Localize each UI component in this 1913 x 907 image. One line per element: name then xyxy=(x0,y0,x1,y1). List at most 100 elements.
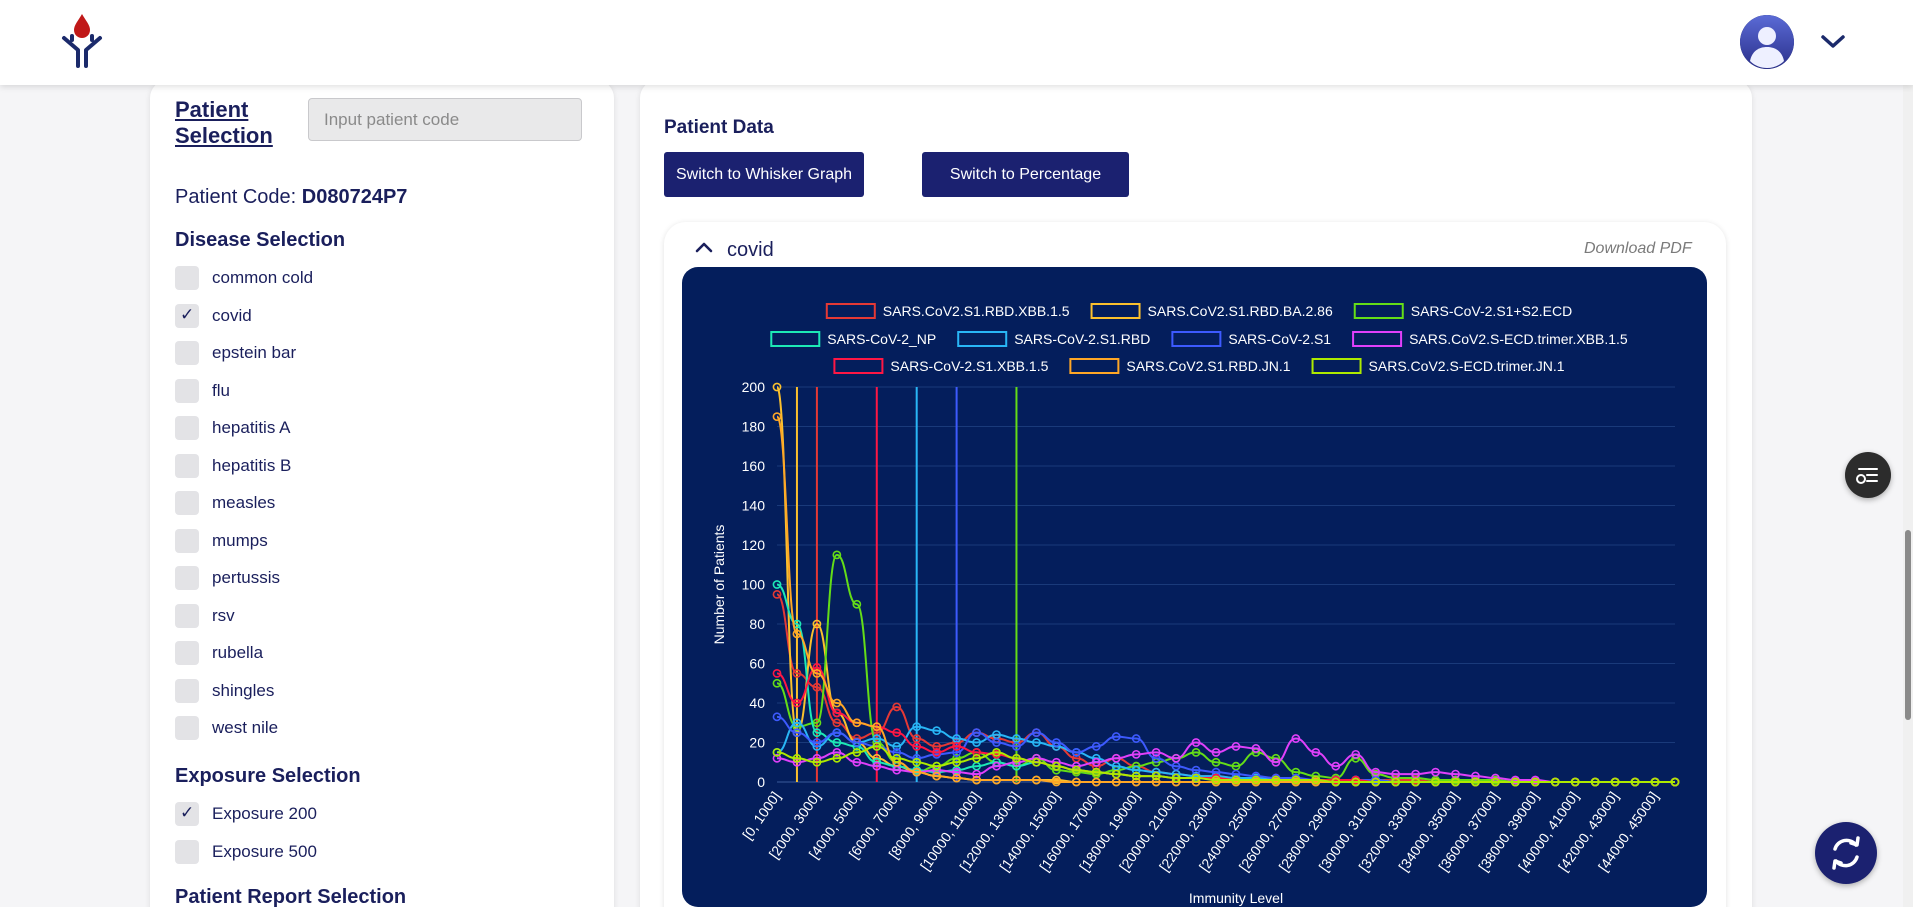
patient-data-title: Patient Data xyxy=(664,117,774,138)
chart-svg: 0 20 40 60 80 100 120 140 160 180 200 Number of Pat… xyxy=(711,303,1680,906)
y-tick-label: 120 xyxy=(742,537,766,553)
exposure-checkbox[interactable] xyxy=(175,839,199,864)
disease-row[interactable]: flu xyxy=(175,377,230,405)
disease-checkbox[interactable] xyxy=(175,716,199,740)
disease-checkbox[interactable] xyxy=(175,266,199,290)
disease-checkbox[interactable] xyxy=(175,453,199,478)
refresh-icon xyxy=(1832,836,1860,870)
patient-selection-title-line1: Patient xyxy=(175,97,249,122)
disease-label: hepatitis B xyxy=(212,455,292,475)
legend-label: SARS-CoV-2.S1.XBB.1.5 xyxy=(890,358,1048,374)
disease-label: rubella xyxy=(212,643,264,662)
disease-label: west nile xyxy=(212,718,279,737)
disease-row[interactable]: hepatitis B xyxy=(175,452,291,480)
filter-fab[interactable] xyxy=(1845,452,1891,498)
legend-swatch xyxy=(770,331,821,347)
x-axis-label: Immunity Level xyxy=(1189,890,1283,906)
disease-selection-title: Disease Selection xyxy=(175,229,346,251)
chevron-down-icon[interactable] xyxy=(1818,27,1848,57)
disease-label: common cold xyxy=(212,268,314,287)
y-tick-label: 180 xyxy=(742,419,766,435)
disease-label: shingles xyxy=(212,680,275,700)
switch-to-percentage-button[interactable]: Switch to Percentage xyxy=(922,152,1129,197)
y-tick-label: 140 xyxy=(742,498,766,514)
y-tick-label: 60 xyxy=(749,656,765,672)
disease-row[interactable]: measles xyxy=(175,489,275,517)
legend-label: SARS.CoV2.S1.RBD.BA.2.86 xyxy=(1148,303,1333,319)
patient-code-label: Patient Code: xyxy=(175,186,297,208)
patient-selection-title[interactable]: Patient Selection xyxy=(175,97,273,149)
legend-swatch xyxy=(1311,358,1362,374)
legend-swatch xyxy=(825,303,876,319)
disease-checkbox[interactable] xyxy=(175,566,199,590)
refresh-fab[interactable] xyxy=(1815,822,1877,884)
y-tick-label: 20 xyxy=(749,735,765,751)
disease-checkbox[interactable] xyxy=(175,603,199,628)
disease-row[interactable]: hepatitis A xyxy=(175,414,290,442)
y-tick-label: 160 xyxy=(742,458,766,474)
disease-checkbox[interactable]: ✓ xyxy=(175,303,199,328)
immunity-chart: 0 20 40 60 80 100 120 140 160 180 200 Number of Pat… xyxy=(682,267,1707,907)
series-line xyxy=(776,553,1675,783)
disease-row[interactable]: mumps xyxy=(175,527,268,555)
x-tick-label: [0, 1000] xyxy=(739,789,783,843)
patient-code-value: D080724P7 xyxy=(301,186,408,208)
download-pdf-link[interactable]: Download PDF xyxy=(1584,240,1692,258)
disease-checkbox[interactable] xyxy=(175,528,199,553)
y-tick-label: 40 xyxy=(749,695,765,711)
disease-row[interactable]: common cold xyxy=(175,264,313,292)
y-tick-label: 200 xyxy=(742,379,766,395)
exposure-selection-title: Exposure Selection xyxy=(175,765,361,787)
disease-label: hepatitis A xyxy=(212,418,291,437)
disease-label: measles xyxy=(212,493,276,512)
patient-code-display: Patient Code: D080724P7 xyxy=(175,186,407,209)
legend-label: SARS.CoV2.S-ECD.trimer.XBB.1.5 xyxy=(1409,331,1628,347)
disease-checkbox[interactable] xyxy=(175,678,199,703)
legend-label: SARS-CoV-2_NP xyxy=(827,331,936,347)
disease-checkbox[interactable] xyxy=(175,416,199,440)
disease-row[interactable]: pertussis xyxy=(175,564,280,592)
page-scrollbar[interactable] xyxy=(1903,85,1913,907)
switch-to-whisker-button[interactable]: Switch to Whisker Graph xyxy=(664,152,864,197)
disease-row[interactable]: west nile xyxy=(175,714,278,742)
y-tick-label: 80 xyxy=(749,616,765,632)
patient-code-input[interactable] xyxy=(308,98,582,141)
disease-row[interactable]: ✓ covid xyxy=(175,302,252,330)
check-icon: ✓ xyxy=(180,304,195,325)
user-avatar-icon[interactable] xyxy=(1740,15,1794,69)
legend-swatch xyxy=(1353,303,1404,319)
exposure-label: Exposure 500 xyxy=(212,841,317,861)
disease-row[interactable]: epstein bar xyxy=(175,339,296,367)
exposure-checkbox[interactable]: ✓ xyxy=(175,802,199,826)
scrollbar-thumb[interactable] xyxy=(1905,530,1911,720)
top-bar xyxy=(0,0,1913,85)
disease-label: flu xyxy=(212,380,230,400)
accordion-title[interactable]: covid xyxy=(727,239,774,262)
check-icon: ✓ xyxy=(180,803,195,823)
legend-swatch xyxy=(957,331,1008,347)
disease-checkbox[interactable] xyxy=(175,491,199,515)
exposure-row[interactable]: ✓ Exposure 200 xyxy=(175,800,317,828)
disease-checkbox[interactable] xyxy=(175,641,199,665)
series-line xyxy=(776,593,1675,783)
disease-checkbox[interactable] xyxy=(175,341,199,365)
patient-selection-title-line2: Selection xyxy=(175,123,273,148)
legend-swatch xyxy=(833,358,884,374)
disease-checkbox[interactable] xyxy=(175,378,199,403)
disease-label: pertussis xyxy=(212,568,281,587)
y-axis-label: Number of Patients xyxy=(711,525,727,645)
app-logo-icon[interactable] xyxy=(58,12,106,68)
disease-row[interactable]: rsv xyxy=(175,602,235,630)
exposure-row[interactable]: Exposure 500 xyxy=(175,838,317,866)
legend-swatch xyxy=(1090,303,1141,319)
series-line xyxy=(776,583,1675,783)
legend-label: SARS.CoV2.S1.RBD.XBB.1.5 xyxy=(883,303,1070,319)
disease-label: rsv xyxy=(212,605,235,625)
chevron-up-icon[interactable] xyxy=(694,237,714,257)
disease-label: mumps xyxy=(212,530,268,550)
y-tick-label: 0 xyxy=(757,774,765,790)
disease-row[interactable]: rubella xyxy=(175,639,263,667)
disease-label: epstein bar xyxy=(212,343,297,362)
legend-swatch xyxy=(1069,358,1120,374)
disease-row[interactable]: shingles xyxy=(175,677,274,705)
